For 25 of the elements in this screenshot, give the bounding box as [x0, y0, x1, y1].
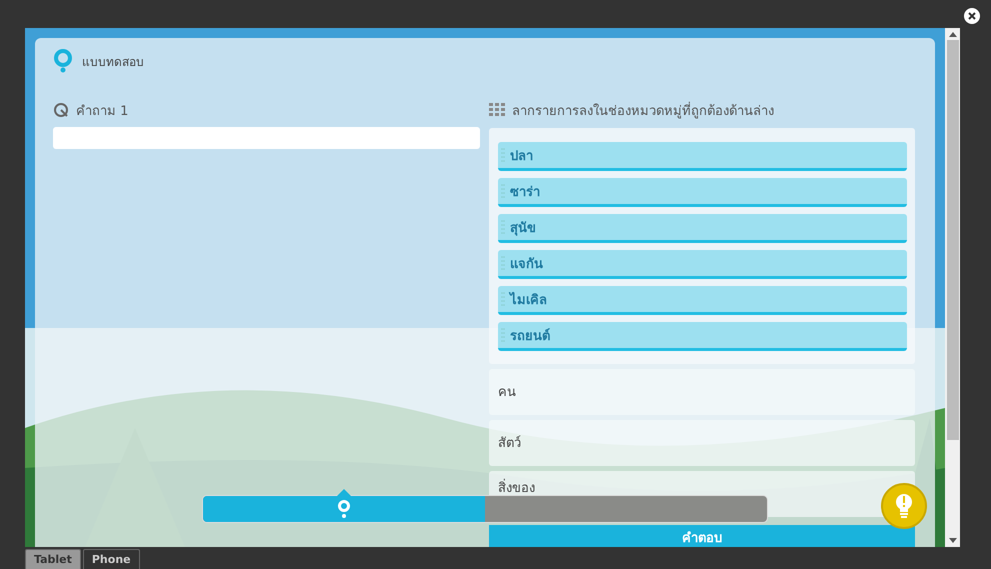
category-drop-zone[interactable]: สัตว์ — [489, 420, 915, 466]
answer-button[interactable]: คำตอบ — [489, 525, 915, 547]
draggable-item[interactable]: ปลา — [498, 142, 907, 171]
draggable-item[interactable]: แจกัน — [498, 250, 907, 279]
pin-icon — [337, 500, 351, 518]
draggable-item[interactable]: ไมเคิล — [498, 286, 907, 315]
device-tab[interactable]: Tablet — [25, 549, 81, 569]
pin-icon — [53, 49, 73, 73]
scroll-up-icon — [948, 32, 956, 37]
grid-icon — [489, 103, 505, 117]
draggable-item[interactable]: สุนัข — [498, 214, 907, 243]
device-tab[interactable]: Phone — [82, 549, 140, 569]
draggable-item[interactable]: รถยนต์ — [498, 322, 907, 351]
lightbulb-icon — [894, 493, 914, 519]
close-icon — [967, 11, 977, 21]
instruction-text: ลากรายการลงในช่องหมวดหมู่ที่ถูกต้องด้านล่าง — [512, 100, 774, 120]
draggable-item[interactable]: ซาร่า — [498, 178, 907, 207]
scroll-thumb[interactable] — [946, 40, 958, 440]
close-button[interactable] — [964, 8, 980, 24]
quiz-title: แบบทดสอบ — [82, 54, 144, 70]
question-icon — [53, 102, 69, 118]
question-label: คำถาม 1 — [76, 102, 128, 120]
category-drop-zone[interactable]: คน — [489, 369, 915, 415]
scrollbar[interactable] — [945, 28, 960, 547]
scroll-down-icon — [948, 538, 956, 543]
